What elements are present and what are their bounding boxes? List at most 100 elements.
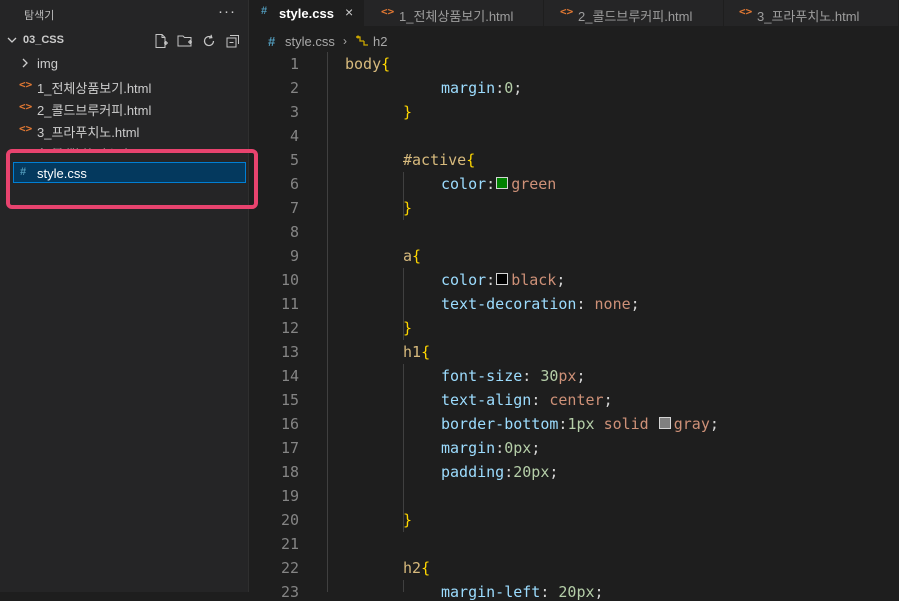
- code-line: border-bottom:1px solid gray;: [441, 415, 719, 433]
- tree-item-file[interactable]: <> 1_전체상품보기.html: [0, 74, 248, 96]
- tab-label: 2_콜드브루커피.html: [578, 9, 693, 24]
- html-file-icon: <>: [381, 5, 395, 18]
- css-value: black: [511, 271, 557, 289]
- tab-style-css[interactable]: # style.css ×: [249, 0, 364, 26]
- breadcrumb-separator-icon: ›: [343, 34, 347, 48]
- code-line: padding:20px;: [441, 463, 559, 481]
- code-line: color: green: [441, 175, 557, 193]
- html-file-icon: <>: [19, 78, 33, 91]
- breadcrumb: # style.css › h2: [249, 30, 899, 52]
- code-line: }: [403, 199, 413, 217]
- css-value: 0px: [504, 439, 532, 457]
- css-value: none: [594, 295, 631, 313]
- css-unit: px: [558, 367, 577, 385]
- css-value: solid: [603, 415, 649, 433]
- code-line: a{: [403, 247, 422, 265]
- close-icon[interactable]: ×: [345, 4, 353, 20]
- line-number: 21: [280, 535, 299, 553]
- line-number: 22: [280, 559, 299, 577]
- color-swatch[interactable]: [496, 177, 509, 189]
- symbol-icon: [355, 35, 369, 50]
- code-editor[interactable]: 1 2 3 4 5 6 7 8 9 10 11 12 13 14 15 16 1…: [249, 52, 899, 601]
- tab-html-file[interactable]: <> 3_프라푸치노.html: [724, 0, 899, 26]
- html-file-icon: <>: [19, 122, 33, 135]
- line-number: 3: [289, 103, 299, 121]
- line-number: 8: [289, 223, 299, 241]
- css-file-icon: #: [268, 34, 276, 49]
- line-number: 18: [280, 463, 299, 481]
- css-value: gray: [673, 415, 710, 433]
- line-number: 12: [280, 319, 299, 337]
- code-line: text-align: center;: [441, 391, 613, 409]
- tree-item-img[interactable]: img: [0, 52, 248, 74]
- tab-label: 1_전체상품보기.html: [399, 9, 514, 24]
- css-value: green: [511, 175, 557, 193]
- line-number: 9: [289, 247, 299, 265]
- collapse-all-icon[interactable]: [225, 33, 241, 49]
- annotation-highlight-box: [6, 149, 258, 209]
- line-number: 17: [280, 439, 299, 457]
- html-file-icon: <>: [739, 5, 753, 18]
- line-number: 11: [280, 295, 299, 313]
- line-number: 7: [289, 199, 299, 217]
- tab-html-file[interactable]: <> 1_전체상품보기.html: [364, 0, 544, 26]
- code-line: }: [403, 103, 413, 121]
- explorer-title: 탐색기: [24, 10, 55, 22]
- tree-item-file[interactable]: <> 2_콜드브루커피.html: [0, 96, 248, 118]
- line-number: 4: [289, 127, 299, 145]
- line-number: 15: [280, 391, 299, 409]
- indent-guide: [403, 364, 404, 532]
- line-number: 10: [280, 271, 299, 289]
- tree-item-label: 1_전체상품보기.html: [37, 81, 152, 96]
- tree-item-label: img: [37, 56, 58, 71]
- code-line: text-decoration: none;: [441, 295, 640, 313]
- tree-item-file[interactable]: <> 3_프라푸치노.html: [0, 118, 248, 140]
- color-swatch[interactable]: [496, 273, 509, 285]
- code-line: }: [403, 319, 413, 337]
- code-line: margin:0;: [441, 79, 523, 97]
- folder-row[interactable]: 03_CSS: [0, 31, 248, 51]
- css-property: margin: [441, 79, 496, 97]
- tab-html-file[interactable]: <> 2_콜드브루커피.html: [544, 0, 724, 26]
- code-line: #active{: [403, 151, 476, 169]
- line-number: 20: [280, 511, 299, 529]
- code-line: margin:0px;: [441, 439, 541, 457]
- code-line: color: black;: [441, 271, 566, 289]
- explorer-header: 탐색기 ···: [0, 0, 248, 27]
- more-actions-icon[interactable]: ···: [218, 3, 236, 20]
- indent-guide: [403, 580, 404, 592]
- tree-item-label: 2_콜드브루커피.html: [37, 103, 152, 118]
- css-property: margin: [441, 439, 496, 457]
- line-number: 23: [280, 583, 299, 601]
- new-folder-icon[interactable]: [177, 33, 193, 49]
- line-number: 6: [289, 175, 299, 193]
- css-value: 0: [504, 79, 514, 97]
- tab-label: style.css: [279, 6, 334, 21]
- css-value: 30: [540, 367, 559, 385]
- css-property: text-align: [441, 391, 532, 409]
- breadcrumb-symbol[interactable]: h2: [373, 34, 387, 49]
- color-swatch[interactable]: [658, 417, 671, 429]
- css-value: center: [549, 391, 604, 409]
- indent-guide: [327, 52, 328, 592]
- css-property: font-size: [441, 367, 523, 385]
- css-selector: #active: [403, 151, 467, 169]
- refresh-icon[interactable]: [201, 33, 217, 49]
- breadcrumb-file[interactable]: style.css: [285, 34, 335, 49]
- line-number: 16: [280, 415, 299, 433]
- css-property: margin-left: [441, 583, 541, 601]
- new-file-icon[interactable]: [153, 33, 169, 49]
- chevron-down-icon[interactable]: [7, 34, 17, 48]
- css-value: 20px: [513, 463, 550, 481]
- css-selector: h1: [403, 343, 422, 361]
- html-file-icon: <>: [19, 100, 33, 113]
- line-number: 19: [280, 487, 299, 505]
- editor-tabs: # style.css × <> 1_전체상품보기.html <> 2_콜드브루…: [249, 0, 899, 26]
- line-number: 2: [289, 79, 299, 97]
- line-number: 1: [289, 55, 299, 73]
- chevron-right-icon[interactable]: [20, 57, 30, 71]
- tab-label: 3_프라푸치노.html: [757, 9, 860, 24]
- css-property: border-bottom: [441, 415, 559, 433]
- code-line: h1{: [403, 343, 431, 361]
- code-line: font-size: 30px;: [441, 367, 586, 385]
